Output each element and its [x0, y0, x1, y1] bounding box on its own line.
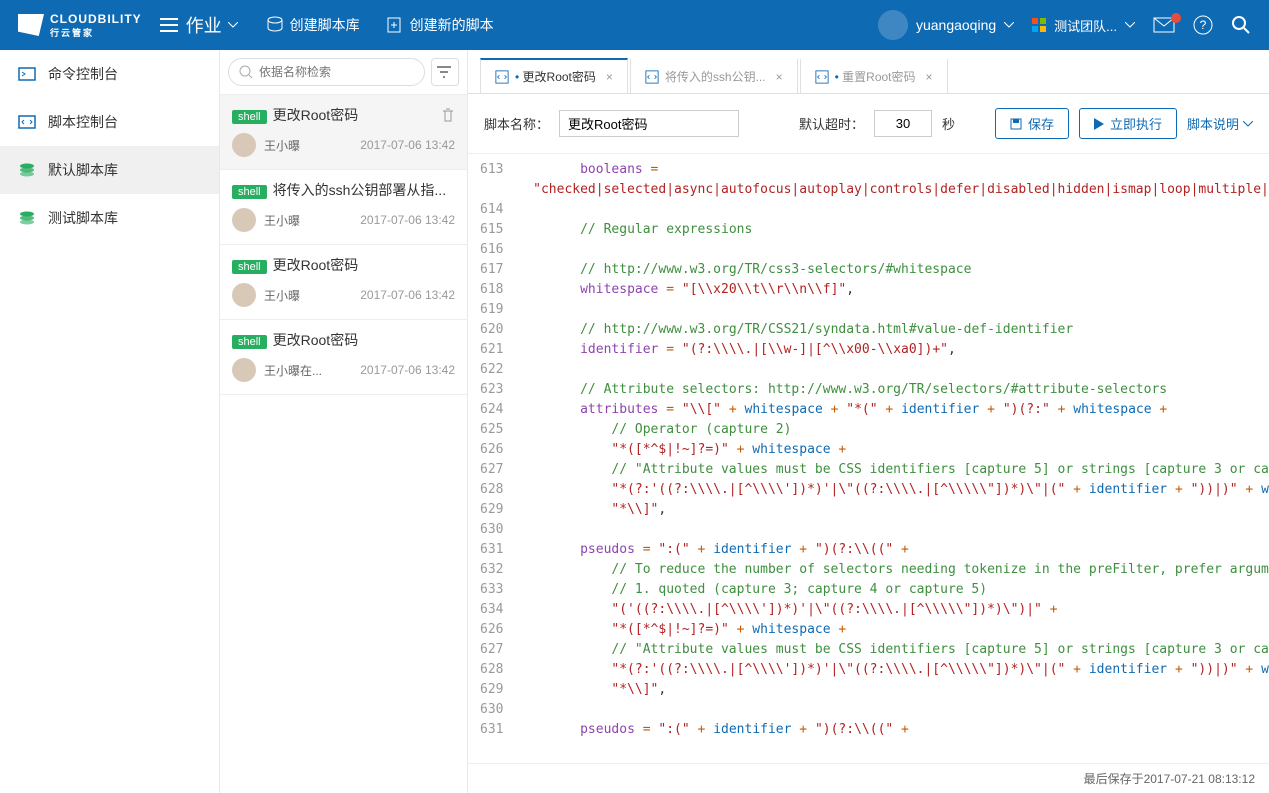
tab-label: 重置Root密码 — [835, 68, 916, 85]
help-icon: ? — [1193, 15, 1213, 35]
filter-button[interactable] — [431, 58, 459, 86]
team-selector[interactable]: 测试团队... — [1032, 16, 1135, 35]
author-avatar-icon — [232, 208, 256, 232]
toolbar: 脚本名称： 默认超时： 秒 保存 立即执行 脚本说明 — [468, 94, 1269, 154]
editor-panel: 更改Root密码 × 将传入的ssh公钥... × 重置Root密码 × 脚本名称： 默认… — [468, 50, 1269, 793]
editor-tab[interactable]: 更改Root密码 × — [480, 58, 628, 93]
script-desc-link[interactable]: 脚本说明 — [1187, 114, 1253, 133]
editor-tab[interactable]: 重置Root密码 × — [800, 58, 948, 93]
code-editor[interactable]: 613 614 615 616 617 618 619 620 621 622 … — [468, 154, 1269, 763]
chevron-down-icon — [1125, 22, 1135, 28]
search-button[interactable] — [1231, 15, 1251, 35]
script-list-item[interactable]: shell 更改Root密码王小曝 2017-07-06 13:42 — [220, 95, 467, 170]
database-icon — [266, 16, 284, 34]
brand-logo: CLOUDBILITY 行云管家 — [18, 11, 142, 39]
modified-time: 2017-07-06 13:42 — [360, 138, 455, 152]
nav-item[interactable]: 命令控制台 — [0, 50, 219, 98]
apps-grid-icon — [1032, 18, 1046, 32]
brand-sub: 行云管家 — [50, 26, 142, 39]
chevron-down-icon — [1004, 22, 1014, 28]
script-title: 更改Root密码 — [273, 332, 359, 348]
play-icon — [1094, 118, 1104, 130]
close-icon[interactable]: × — [776, 70, 783, 84]
script-name-input[interactable] — [559, 110, 739, 137]
code-file-icon — [815, 70, 829, 84]
filter-icon — [437, 66, 453, 78]
author-avatar-icon — [232, 133, 256, 157]
nav-item[interactable]: 脚本控制台 — [0, 98, 219, 146]
script-list-item[interactable]: shell 将传入的ssh公钥部署从指... 王小曝 2017-07-06 13:42 — [220, 170, 467, 245]
tabs: 更改Root密码 × 将传入的ssh公钥... × 重置Root密码 × — [468, 50, 1269, 94]
author-name: 王小曝 — [264, 137, 300, 154]
chevron-down-icon — [228, 22, 238, 28]
timeout-label: 默认超时： — [799, 114, 864, 133]
breadcrumb[interactable]: 作业 — [186, 12, 238, 38]
author-avatar-icon — [232, 283, 256, 307]
user-menu[interactable]: yuangaoqing — [878, 10, 1014, 40]
editor-tab[interactable]: 将传入的ssh公钥... × — [630, 58, 798, 93]
create-lib-button[interactable]: 创建脚本库 — [266, 15, 360, 35]
script-list-panel: shell更改Root密码王小曝2017-07-06 13:42shell将传入… — [220, 50, 468, 793]
run-button[interactable]: 立即执行 — [1079, 108, 1177, 139]
delete-icon[interactable] — [441, 107, 455, 123]
script-title: 更改Root密码 — [273, 107, 359, 123]
shell-badge: shell — [232, 110, 267, 124]
search-icon — [239, 65, 253, 79]
notification-badge — [1171, 13, 1181, 23]
code-file-icon — [645, 70, 659, 84]
modified-time: 2017-07-06 13:42 — [360, 363, 455, 377]
script-title: 将传入的ssh公钥部署从指... — [273, 182, 446, 198]
search-input[interactable] — [259, 65, 414, 79]
tab-label: 更改Root密码 — [515, 68, 596, 85]
close-icon[interactable]: × — [606, 70, 613, 84]
script-list-item[interactable]: shell 更改Root密码王小曝 2017-07-06 13:42 — [220, 245, 467, 320]
logo-icon — [18, 14, 44, 36]
code-icon — [18, 114, 36, 130]
close-icon[interactable]: × — [926, 70, 933, 84]
name-label: 脚本名称： — [484, 114, 549, 133]
script-list-item[interactable]: shell 更改Root密码王小曝在... 2017-07-06 13:42 — [220, 320, 467, 395]
author-avatar-icon — [232, 358, 256, 382]
inbox-button[interactable] — [1153, 17, 1175, 33]
user-avatar-icon — [878, 10, 908, 40]
left-nav: 命令控制台脚本控制台默认脚本库测试脚本库 — [0, 50, 220, 793]
terminal-icon — [18, 66, 36, 82]
chevron-down-icon — [1243, 121, 1253, 127]
nav-item[interactable]: 默认脚本库 — [0, 146, 219, 194]
author-name: 王小曝 — [264, 287, 300, 304]
search-input-wrap[interactable] — [228, 58, 425, 86]
save-icon — [1010, 118, 1022, 130]
create-script-button[interactable]: 创建新的脚本 — [386, 15, 494, 35]
svg-text:?: ? — [1200, 18, 1207, 32]
author-name: 王小曝 — [264, 212, 300, 229]
file-plus-icon — [386, 16, 404, 34]
script-title: 更改Root密码 — [273, 257, 359, 273]
tab-label: 将传入的ssh公钥... — [665, 68, 766, 85]
code-file-icon — [495, 70, 509, 84]
shell-badge: shell — [232, 335, 267, 349]
nav-item[interactable]: 测试脚本库 — [0, 194, 219, 242]
author-name: 王小曝在... — [264, 362, 322, 379]
app-header: CLOUDBILITY 行云管家 作业 创建脚本库 创建新的脚本 yuangao… — [0, 0, 1269, 50]
shell-badge: shell — [232, 260, 267, 274]
help-button[interactable]: ? — [1193, 15, 1213, 35]
menu-toggle-icon[interactable] — [160, 18, 178, 32]
brand-name: CLOUDBILITY — [50, 12, 142, 26]
timeout-input[interactable] — [874, 110, 932, 137]
modified-time: 2017-07-06 13:42 — [360, 288, 455, 302]
stack-green-icon — [18, 210, 36, 226]
status-bar: 最后保存于2017-07-21 08:13:12 — [468, 763, 1269, 793]
save-button[interactable]: 保存 — [995, 108, 1069, 139]
modified-time: 2017-07-06 13:42 — [360, 213, 455, 227]
search-icon — [1231, 15, 1251, 35]
timeout-unit: 秒 — [942, 114, 955, 133]
stack-green-icon — [18, 162, 36, 178]
shell-badge: shell — [232, 185, 267, 199]
